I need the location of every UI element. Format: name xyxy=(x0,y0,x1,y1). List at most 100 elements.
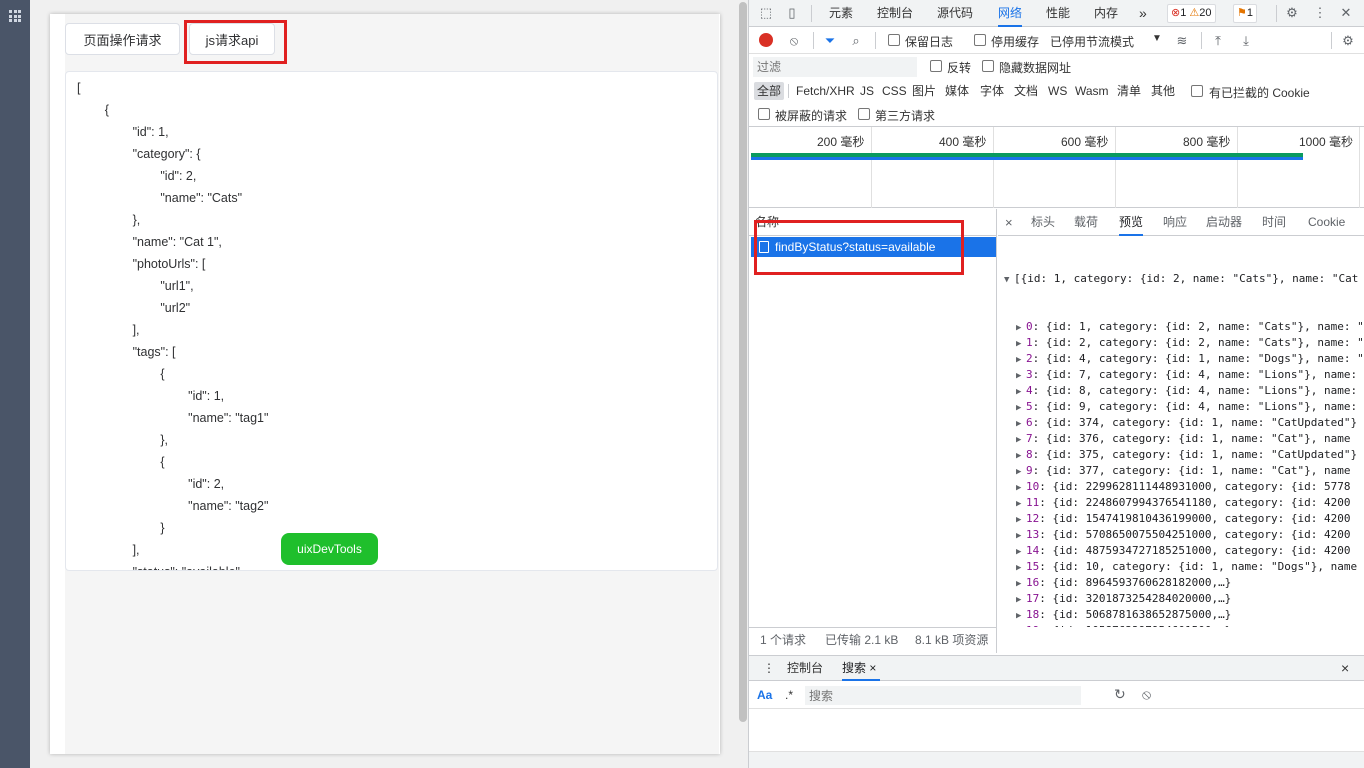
preview-item-row[interactable]: ▶ 10: {id: 2299628111448931000, category:… xyxy=(998,479,1364,495)
inspect-element-icon[interactable]: ⬚ xyxy=(759,6,773,20)
preview-item-row[interactable]: ▶ 18: {id: 5068781638652875000,…} xyxy=(998,607,1364,623)
tab-timing[interactable]: 时间 xyxy=(1262,209,1286,236)
tab-cookies[interactable]: Cookie xyxy=(1308,209,1345,236)
preview-item-row[interactable]: ▶ 7: {id: 376, category: {id: 1, name: "C… xyxy=(998,431,1364,447)
network-settings-icon[interactable]: ⚙ xyxy=(1340,33,1356,49)
preview-item-row[interactable]: ▶ 17: {id: 3201873254284020000,…} xyxy=(998,591,1364,607)
expand-triangle-icon[interactable]: ▶ xyxy=(1016,416,1026,431)
tab-console[interactable]: 控制台 xyxy=(877,0,913,27)
tab-performance[interactable]: 性能 xyxy=(1046,0,1070,27)
preview-item-row[interactable]: ▶ 4: {id: 8, category: {id: 4, name: "Lio… xyxy=(998,383,1364,399)
page-scrollbar[interactable] xyxy=(738,0,748,768)
preview-item-row[interactable]: ▶19: {id: 1058763397954601500,…} xyxy=(998,623,1364,627)
expand-triangle-icon[interactable]: ▼ xyxy=(1004,272,1014,287)
type-manifest[interactable]: 清单 xyxy=(1114,82,1144,100)
tab-memory[interactable]: 内存 xyxy=(1094,0,1118,27)
blocked-cookies-checkbox[interactable] xyxy=(1191,85,1203,97)
filter-input[interactable] xyxy=(753,57,917,77)
tab-page-requests[interactable]: 页面操作请求 xyxy=(65,23,180,55)
type-css[interactable]: CSS xyxy=(879,82,910,100)
close-detail-icon[interactable]: × xyxy=(1005,209,1013,236)
type-font[interactable]: 字体 xyxy=(977,82,1007,100)
expand-triangle-icon[interactable]: ▶ xyxy=(1016,576,1026,591)
throttle-dropdown-icon[interactable]: ▼ xyxy=(1152,33,1162,44)
preview-item-row[interactable]: ▶ 14: {id: 4875934727185251000, category:… xyxy=(998,543,1364,559)
close-search-tab-icon[interactable]: × xyxy=(869,661,876,675)
preview-item-row[interactable]: ▶ 0: {id: 1, category: {id: 2, name: "Cat… xyxy=(998,319,1364,335)
regex-icon[interactable]: .* xyxy=(785,688,793,702)
network-timeline[interactable]: 200 毫秒 400 毫秒 600 毫秒 800 毫秒 1000 毫秒 xyxy=(749,127,1364,208)
expand-triangle-icon[interactable]: ▶ xyxy=(1016,384,1026,399)
expand-triangle-icon[interactable]: ▶ xyxy=(1016,624,1026,627)
type-doc[interactable]: 文档 xyxy=(1011,82,1041,100)
tab-sources[interactable]: 源代码 xyxy=(937,0,973,27)
search-icon[interactable]: ⌕ xyxy=(848,33,864,49)
type-fetch-xhr[interactable]: Fetch/XHR xyxy=(793,82,858,100)
type-media[interactable]: 媒体 xyxy=(942,82,972,100)
type-wasm[interactable]: Wasm xyxy=(1072,82,1112,100)
tab-network[interactable]: 网络 xyxy=(998,0,1023,27)
type-js[interactable]: JS xyxy=(857,82,877,100)
search-input[interactable] xyxy=(805,686,1081,705)
preview-item-row[interactable]: ▶ 9: {id: 377, category: {id: 1, name: "C… xyxy=(998,463,1364,479)
close-devtools-icon[interactable]: ✕ xyxy=(1339,6,1353,20)
expand-triangle-icon[interactable]: ▶ xyxy=(1016,368,1026,383)
invert-checkbox[interactable] xyxy=(930,60,942,72)
expand-triangle-icon[interactable]: ▶ xyxy=(1016,496,1026,511)
preview-item-row[interactable]: ▶ 6: {id: 374, category: {id: 1, name: "C… xyxy=(998,415,1364,431)
import-har-icon[interactable]: ⤒ xyxy=(1210,33,1226,49)
name-column-header[interactable]: 名称 xyxy=(749,209,997,236)
refresh-icon[interactable]: ↻ xyxy=(1114,686,1126,703)
preview-item-row[interactable]: ▶ 15: {id: 10, category: {id: 1, name: "D… xyxy=(998,559,1364,575)
tab-preview[interactable]: 预览 xyxy=(1119,209,1144,236)
expand-triangle-icon[interactable]: ▶ xyxy=(1016,512,1026,527)
settings-gear-icon[interactable]: ⚙ xyxy=(1285,6,1299,20)
drawer-tab-console[interactable]: 控制台 xyxy=(787,656,823,681)
third-party-checkbox[interactable] xyxy=(858,108,870,120)
more-tabs-icon[interactable]: » xyxy=(1139,0,1147,27)
tab-headers[interactable]: 标头 xyxy=(1031,209,1055,236)
preview-item-row[interactable]: ▶ 16: {id: 8964593760628182000,…} xyxy=(998,575,1364,591)
preview-item-row[interactable]: ▶ 12: {id: 1547419810436199000, category:… xyxy=(998,511,1364,527)
expand-triangle-icon[interactable]: ▶ xyxy=(1016,336,1026,351)
type-other[interactable]: 其他 xyxy=(1148,82,1178,100)
disable-cache-checkbox[interactable] xyxy=(974,34,986,46)
expand-triangle-icon[interactable]: ▶ xyxy=(1016,448,1026,463)
type-ws[interactable]: WS xyxy=(1045,82,1070,100)
preview-item-row[interactable]: ▶ 3: {id: 7, category: {id: 4, name: "Lio… xyxy=(998,367,1364,383)
preview-item-row[interactable]: ▶ 1: {id: 2, category: {id: 2, name: "Cat… xyxy=(998,335,1364,351)
expand-triangle-icon[interactable]: ▶ xyxy=(1016,464,1026,479)
tab-payload[interactable]: 载荷 xyxy=(1074,209,1098,236)
expand-triangle-icon[interactable]: ▶ xyxy=(1016,592,1026,607)
expand-triangle-icon[interactable]: ▶ xyxy=(1016,608,1026,623)
match-case-icon[interactable]: Aa xyxy=(757,688,772,702)
drawer-menu-icon[interactable]: ⋮ xyxy=(763,656,775,681)
preview-root-row[interactable]: ▼ [{id: 1, category: {id: 2, name: "Cats"… xyxy=(998,271,1364,287)
drawer-tab-search[interactable]: 搜索 × xyxy=(842,656,881,681)
expand-triangle-icon[interactable]: ▶ xyxy=(1016,560,1026,575)
expand-triangle-icon[interactable]: ▶ xyxy=(1016,400,1026,415)
type-img[interactable]: 图片 xyxy=(909,82,939,100)
type-all[interactable]: 全部 xyxy=(754,82,785,100)
expand-triangle-icon[interactable]: ▶ xyxy=(1016,528,1026,543)
request-row[interactable]: findByStatus?status=available xyxy=(751,237,996,257)
preview-item-row[interactable]: ▶ 2: {id: 4, category: {id: 1, name: "Dog… xyxy=(998,351,1364,367)
clear-icon[interactable]: ⦸ xyxy=(786,33,802,49)
tab-initiator[interactable]: 启动器 xyxy=(1206,209,1242,236)
tab-js-api[interactable]: js请求api xyxy=(189,23,275,55)
throttle-select[interactable]: 已停用节流模式 xyxy=(1050,33,1134,50)
tab-elements[interactable]: 元素 xyxy=(829,0,853,27)
preview-item-row[interactable]: ▶ 8: {id: 375, category: {id: 1, name: "C… xyxy=(998,447,1364,463)
preview-item-row[interactable]: ▶ 5: {id: 9, category: {id: 4, name: "Lio… xyxy=(998,399,1364,415)
expand-triangle-icon[interactable]: ▶ xyxy=(1016,544,1026,559)
preview-item-row[interactable]: ▶ 13: {id: 5708650075504251000, category:… xyxy=(998,527,1364,543)
blocked-requests-checkbox[interactable] xyxy=(758,108,770,120)
clear-search-icon[interactable]: ⦸ xyxy=(1142,686,1151,703)
more-options-icon[interactable]: ⋮ xyxy=(1313,6,1327,20)
expand-triangle-icon[interactable]: ▶ xyxy=(1016,480,1026,495)
filter-funnel-icon[interactable]: ⏷ xyxy=(822,33,838,49)
expand-triangle-icon[interactable]: ▶ xyxy=(1016,352,1026,367)
record-icon[interactable] xyxy=(759,33,773,47)
tab-response[interactable]: 响应 xyxy=(1163,209,1187,236)
preserve-log-checkbox[interactable] xyxy=(888,34,900,46)
